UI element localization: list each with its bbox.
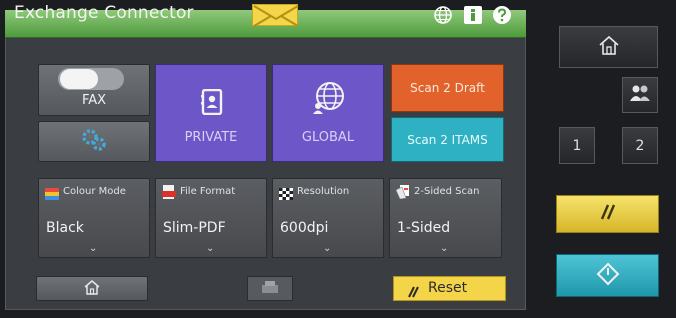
toggle-knob bbox=[60, 69, 98, 89]
start-diamond-icon bbox=[596, 262, 620, 290]
file-format-label: File Format bbox=[180, 186, 236, 197]
checkerboard-icon bbox=[279, 185, 293, 200]
users-icon bbox=[629, 84, 651, 106]
scan-2-draft-label: Scan 2 Draft bbox=[410, 81, 485, 95]
two-sided-scan-value: 1-Sided bbox=[397, 220, 451, 236]
pdf-file-icon bbox=[162, 184, 176, 199]
reset-label: Reset bbox=[428, 280, 468, 296]
copier-icon bbox=[261, 279, 279, 298]
help-icon[interactable] bbox=[492, 5, 512, 25]
scan-2-itams-label: Scan 2 ITAMS bbox=[407, 133, 488, 147]
clear-slash-icon bbox=[598, 204, 618, 224]
chevron-down-icon: ⌄ bbox=[89, 243, 98, 254]
app-title: Exchange Connector bbox=[14, 3, 194, 23]
chevron-down-icon: ⌄ bbox=[206, 243, 215, 254]
colour-mode-value: Black bbox=[46, 220, 84, 236]
file-format-value: Slim-PDF bbox=[163, 220, 226, 236]
settings-button[interactable] bbox=[38, 121, 150, 162]
preset-key-1[interactable]: 1 bbox=[559, 127, 595, 164]
global-button[interactable] bbox=[272, 64, 384, 162]
resolution-label: Resolution bbox=[297, 186, 350, 197]
start-button[interactable] bbox=[556, 254, 659, 297]
globe-icon[interactable] bbox=[433, 5, 453, 25]
user-login-button[interactable] bbox=[622, 77, 658, 113]
chevron-down-icon: ⌄ bbox=[440, 243, 449, 254]
preset-key-2[interactable]: 2 bbox=[622, 127, 658, 164]
resolution-value: 600dpi bbox=[280, 220, 329, 236]
envelope-icon[interactable] bbox=[252, 4, 299, 27]
global-address-icon bbox=[311, 81, 347, 119]
colour-mode-icon bbox=[45, 185, 59, 200]
two-sided-page-icon bbox=[395, 184, 410, 200]
contact-book-icon bbox=[200, 88, 224, 119]
copier-button[interactable] bbox=[247, 276, 293, 301]
gears-icon bbox=[79, 128, 109, 156]
private-button[interactable] bbox=[155, 64, 267, 162]
home-icon bbox=[598, 35, 620, 59]
home-icon bbox=[83, 279, 101, 299]
two-sided-scan-label: 2-Sided Scan bbox=[414, 186, 480, 197]
fax-label: FAX bbox=[81, 93, 107, 108]
colour-mode-label: Colour Mode bbox=[63, 186, 126, 197]
info-icon[interactable] bbox=[463, 5, 483, 25]
chevron-down-icon: ⌄ bbox=[323, 243, 332, 254]
stop-clear-button[interactable] bbox=[556, 195, 659, 233]
hardware-home-button[interactable] bbox=[559, 26, 658, 68]
reset-slash-icon bbox=[406, 283, 420, 302]
private-label: PRIVATE bbox=[184, 130, 238, 145]
home-button[interactable] bbox=[36, 276, 148, 301]
global-label: GLOBAL bbox=[301, 130, 355, 145]
